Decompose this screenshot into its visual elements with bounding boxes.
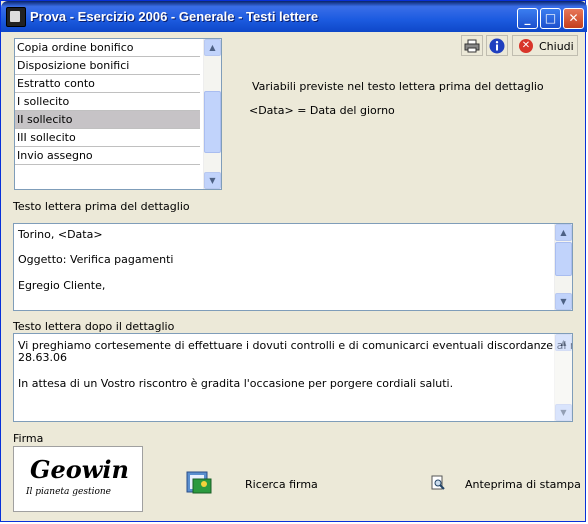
close-button[interactable]: ✕ Chiudi xyxy=(512,35,578,56)
title-bar[interactable]: Prova - Esercizio 2006 - Generale - Test… xyxy=(1,1,587,32)
list-item-selected[interactable]: II sollecito xyxy=(15,111,200,129)
scroll-thumb[interactable] xyxy=(204,91,221,153)
list-item[interactable]: Invio assegno xyxy=(15,147,200,165)
list-item[interactable]: Estratto conto xyxy=(15,75,200,93)
after-detail-label: Testo lettera dopo il dettaglio xyxy=(13,320,175,333)
list-item[interactable]: I sollecito xyxy=(15,93,200,111)
close-window-button[interactable]: ✕ xyxy=(563,8,584,29)
toolbar: ✕ Chiudi xyxy=(461,35,578,56)
text-line: Oggetto: Verifica pagamenti xyxy=(18,253,174,266)
signature-label: Firma xyxy=(13,432,44,445)
window-title: Prova - Esercizio 2006 - Generale - Test… xyxy=(30,9,319,24)
scroll-up-icon[interactable]: ▲ xyxy=(555,224,572,241)
info-button[interactable] xyxy=(486,35,508,56)
print-preview-label[interactable]: Anteprima di stampa xyxy=(465,478,581,491)
before-detail-label: Testo lettera prima del dettaglio xyxy=(13,200,190,213)
after-detail-textarea[interactable]: Vi preghiamo cortesemente di effettuare … xyxy=(13,333,573,422)
scroll-thumb[interactable] xyxy=(555,242,572,276)
search-signature-button[interactable] xyxy=(183,467,215,499)
scroll-down-icon[interactable]: ▼ xyxy=(555,404,572,421)
signature-image: Geowin Il pianeta gestione xyxy=(13,446,143,512)
print-preview-button[interactable] xyxy=(430,475,446,491)
printer-icon xyxy=(464,39,480,53)
window-content: Copia ordine bonifico Disposizione bonif… xyxy=(5,32,583,519)
magnifier-page-icon xyxy=(431,475,445,490)
maximize-button[interactable]: □ xyxy=(540,8,561,29)
list-item[interactable]: III sollecito xyxy=(15,129,200,147)
minimize-button[interactable]: _ xyxy=(517,8,538,29)
text-line: 28.63.06 xyxy=(18,351,67,364)
letters-listbox[interactable]: Copia ordine bonifico Disposizione bonif… xyxy=(14,38,222,190)
print-button[interactable] xyxy=(461,35,483,56)
variables-heading: Variabili previste nel testo lettera pri… xyxy=(252,80,544,93)
after-detail-scrollbar[interactable]: ▲ ▼ xyxy=(554,334,572,421)
folder-image-icon xyxy=(186,471,212,494)
scroll-up-icon[interactable]: ▲ xyxy=(204,39,221,56)
signature-logo-subtext: Il pianeta gestione xyxy=(26,487,112,497)
data-variable-info: <Data> = Data del giorno xyxy=(249,104,395,117)
list-scrollbar[interactable]: ▲ ▼ xyxy=(203,39,221,189)
before-detail-scrollbar[interactable]: ▲ ▼ xyxy=(554,224,572,310)
text-line: Torino, <Data> xyxy=(18,228,103,241)
app-icon xyxy=(6,7,26,27)
list-item[interactable]: Disposizione bonifici xyxy=(15,57,200,75)
text-line: In attesa di un Vostro riscontro è gradi… xyxy=(18,377,454,390)
scroll-down-icon[interactable]: ▼ xyxy=(555,293,572,310)
info-icon xyxy=(489,38,505,54)
before-detail-textarea[interactable]: Torino, <Data> Oggetto: Verifica pagamen… xyxy=(13,223,573,311)
scroll-up-icon[interactable]: ▲ xyxy=(555,334,572,351)
text-line: Egregio Cliente, xyxy=(18,279,106,292)
list-item[interactable]: Copia ordine bonifico xyxy=(15,39,200,57)
search-signature-label[interactable]: Ricerca firma xyxy=(245,478,318,491)
signature-logo-text: Geowin xyxy=(30,455,129,484)
close-icon: ✕ xyxy=(519,39,533,53)
close-button-label: Chiudi xyxy=(539,40,574,53)
text-line: Vi preghiamo cortesemente di effettuare … xyxy=(18,339,573,352)
main-window: Prova - Esercizio 2006 - Generale - Test… xyxy=(0,0,587,522)
scroll-down-icon[interactable]: ▼ xyxy=(204,172,221,189)
